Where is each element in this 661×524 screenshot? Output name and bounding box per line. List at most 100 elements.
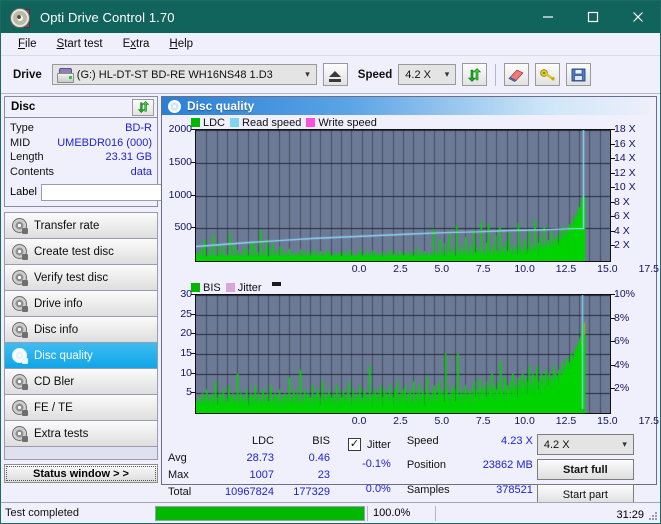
ldc-chart-container: LDC Read speed Write speed 500 1000 1500 20… [162, 115, 659, 278]
y2-tick-label: 2% [614, 382, 630, 395]
stats-avg-jitter: -0.1% [362, 458, 391, 470]
x-tick-label: 10.0 [514, 263, 535, 275]
y2-tick-mark [611, 364, 615, 366]
y2-tick-mark [611, 317, 615, 319]
keys-button[interactable] [535, 63, 561, 86]
disc-row-length-value: 23.31 GB [105, 151, 152, 163]
x-tick-label: 12.5 [555, 415, 577, 427]
drive-select[interactable]: (G:) HL-DT-ST BD-RE WH16NS48 1.D3 ▾ [51, 64, 317, 85]
x-tick-label: 10.0 [514, 415, 535, 427]
disc-row-contents: Contents data [10, 165, 152, 180]
stats-avg-bis: 0.46 [308, 452, 330, 464]
erase-button[interactable] [504, 63, 530, 86]
y2-tick-mark [611, 158, 615, 160]
bis-chart-legend: BIS Jitter [165, 281, 653, 294]
legend-swatch-read-speed [230, 118, 240, 127]
disc-transfer-icon [12, 218, 28, 234]
fe-te-icon [12, 400, 28, 416]
drive-toolbar: Drive (G:) HL-DT-ST BD-RE WH16NS48 1.D3 … [1, 56, 660, 94]
disc-label-row: Label [10, 182, 245, 202]
status-window-button[interactable]: Status window > > [4, 464, 158, 483]
eject-button[interactable] [322, 63, 348, 86]
cd-bler-icon [12, 374, 28, 390]
legend-swatch-ldc [191, 118, 200, 127]
sidebar-item-extra-tests[interactable]: Extra tests [5, 421, 157, 447]
disc-row-mid-value: UMEBDR016 (000) [57, 136, 152, 149]
menu-item-start-test[interactable]: Start test [48, 35, 112, 53]
title-bar: Opti Drive Control 1.70 [1, 1, 660, 33]
bis-plot-row: 5 10 15 20 25 30 2% 4% 6% 8% 10% [165, 288, 653, 414]
menu-item-file[interactable]: File [9, 35, 46, 53]
menu-item-help-label: elp [177, 38, 194, 50]
chevron-down-icon: ▾ [622, 439, 627, 449]
disc-row-mid: MID UMEBDR016 (000) [10, 136, 152, 151]
speed-select[interactable]: 4.2 X ▾ [398, 64, 457, 85]
sidebar-item-label: Create test disc [34, 245, 114, 258]
refresh-button[interactable] [462, 63, 488, 86]
disc-refresh-button[interactable] [132, 98, 154, 116]
minimize-icon[interactable] [525, 1, 570, 33]
save-icon [571, 68, 586, 81]
ldc-plot-area[interactable] [195, 129, 611, 262]
page-title: Disc quality [187, 99, 255, 113]
test-speed-value: 4.2 X [543, 438, 570, 451]
sidebar-item-disc-quality[interactable]: Disc quality [5, 343, 157, 369]
legend-swatch-bis [191, 283, 200, 292]
disc-info-header: Disc [5, 97, 157, 118]
y2-tick-mark [611, 245, 615, 247]
close-icon[interactable] [615, 1, 660, 33]
x-tick-label: 17.5 [638, 415, 660, 427]
legend-label-read-speed: Read speed [242, 116, 302, 129]
jitter-toggle-row[interactable]: ✓ Jitter [348, 434, 391, 455]
menu-item-help[interactable]: Help [160, 35, 202, 53]
sidebar-item-cd-bler[interactable]: CD Bler [5, 369, 157, 395]
disc-quality-panel: Disc quality LDC Read speed Write speed … [161, 96, 660, 505]
legend-swatch-write-speed [306, 118, 316, 127]
y2-tick-label: 4% [614, 358, 630, 371]
sidebar-item-transfer-rate[interactable]: Transfer rate [5, 213, 157, 239]
sidebar-item-verify-test-disc[interactable]: Verify test disc [5, 265, 157, 291]
disc-row-contents-value: data [130, 165, 152, 178]
test-speed-select[interactable]: 4.2 X ▾ [536, 434, 634, 455]
y2-tick-label: 10% [614, 288, 636, 300]
sidebar-item-disc-info[interactable]: Disc info [5, 317, 157, 343]
main-area: Disc Type BD-R MID UMEBDR016 (000) Lengt… [1, 94, 660, 505]
application-window: Opti Drive Control 1.70 File Start test … [0, 0, 661, 524]
start-full-button[interactable]: Start full [536, 459, 634, 480]
ldc-chart-legend: LDC Read speed Write speed [165, 116, 653, 129]
disc-quality-icon [168, 99, 181, 113]
drive-info-icon [12, 296, 28, 312]
menu-item-start-test-label: tart test [64, 38, 103, 50]
x-tick-label: 7.5 [475, 415, 491, 427]
x-tick-label: 2.5 [393, 263, 408, 275]
menu-item-extra[interactable]: Extra [114, 35, 159, 53]
status-bar: Test completed 100.0% 31:29 [1, 502, 660, 523]
disc-row-type: Type BD-R [10, 121, 152, 136]
menu-item-extra-label: tra [136, 38, 150, 50]
y2-tick-label: 2 X [614, 239, 630, 252]
legend-item-read-speed: Read speed [230, 117, 301, 129]
bis-chart-container: BIS Jitter 5 10 15 20 25 30 2% 4% 6% 8% 1 [162, 280, 660, 430]
keys-icon [540, 68, 556, 81]
maximize-icon[interactable] [570, 1, 615, 33]
bis-y-axis-left: 5 10 15 20 25 30 [165, 288, 195, 412]
save-button[interactable] [566, 63, 592, 86]
bis-plot-area[interactable] [195, 294, 611, 414]
y2-tick-mark [611, 172, 615, 174]
resize-grip-icon[interactable] [648, 511, 658, 521]
y2-tick-mark [611, 388, 615, 390]
sidebar-item-create-test-disc[interactable]: Create test disc [5, 239, 157, 265]
menu-bar: File Start test Extra Help [1, 33, 660, 56]
jitter-checkbox[interactable]: ✓ [348, 438, 361, 451]
disc-row-type-value: BD-R [125, 122, 152, 134]
x-tick-label: 12.5 [555, 263, 577, 275]
chevron-down-icon: ▾ [305, 69, 310, 79]
ldc-plot-row: 500 1000 1500 2000 2 X 4 X6 X 8 X 10 X 12 X 14 X… [165, 123, 653, 262]
stats-header-bis: BIS [312, 435, 330, 447]
position-stat-label: Position [406, 459, 446, 472]
sidebar-item-fe-te[interactable]: FE / TE [5, 395, 157, 421]
sidebar-item-drive-info[interactable]: Drive info [5, 291, 157, 317]
sidebar-item-label: Drive info [34, 297, 83, 310]
speed-select-value: 4.2 X [405, 68, 431, 81]
y2-tick-label: 10 X [614, 181, 636, 194]
